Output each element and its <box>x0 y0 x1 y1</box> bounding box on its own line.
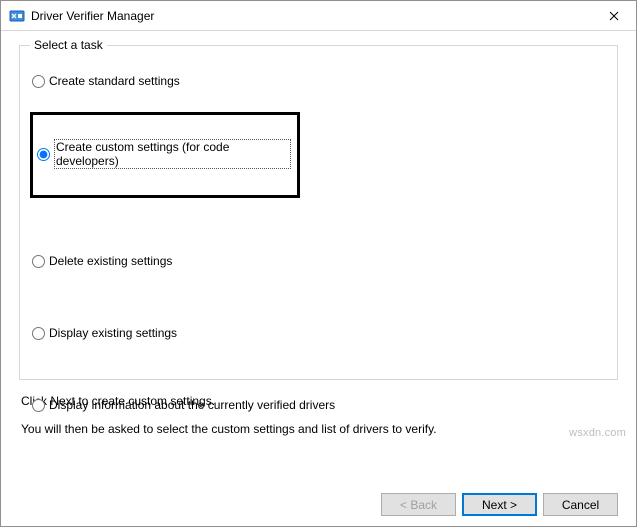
watermark: wsxdn.com <box>569 427 626 439</box>
next-button[interactable]: Next > <box>462 493 537 516</box>
button-bar: < Back Next > Cancel <box>1 485 636 526</box>
radio-standard-input[interactable] <box>32 75 45 88</box>
radio-delete-input[interactable] <box>32 255 45 268</box>
fieldset-legend: Select a task <box>30 38 107 52</box>
radio-custom-label[interactable]: Create custom settings (for code develop… <box>54 139 291 169</box>
driver-verifier-window: Driver Verifier Manager Select a task Cr… <box>0 0 637 527</box>
radio-delete-label[interactable]: Delete existing settings <box>49 254 172 268</box>
radio-delete[interactable]: Delete existing settings <box>30 252 607 270</box>
radio-standard-label[interactable]: Create standard settings <box>49 74 180 88</box>
radio-display-input[interactable] <box>32 327 45 340</box>
task-fieldset: Select a task Create standard settings C… <box>19 45 618 380</box>
radio-standard[interactable]: Create standard settings <box>30 72 607 90</box>
hint-line2: You will then be asked to select the cus… <box>21 422 618 436</box>
titlebar: Driver Verifier Manager <box>1 1 636 31</box>
radio-custom[interactable]: Create custom settings (for code develop… <box>35 137 291 171</box>
highlight-box: Create custom settings (for code develop… <box>30 112 300 198</box>
radio-info-input[interactable] <box>32 399 45 412</box>
window-title: Driver Verifier Manager <box>31 9 591 23</box>
cancel-button[interactable]: Cancel <box>543 493 618 516</box>
content-area: Select a task Create standard settings C… <box>1 31 636 485</box>
app-icon <box>9 8 25 24</box>
close-button[interactable] <box>591 1 636 30</box>
radio-display-label[interactable]: Display existing settings <box>49 326 177 340</box>
close-icon <box>609 11 619 21</box>
back-button: < Back <box>381 493 456 516</box>
radio-display[interactable]: Display existing settings <box>30 324 607 342</box>
radio-custom-input[interactable] <box>37 148 50 161</box>
radio-info-label[interactable]: Display information about the currently … <box>49 398 335 412</box>
radio-info[interactable]: Display information about the currently … <box>30 396 607 414</box>
